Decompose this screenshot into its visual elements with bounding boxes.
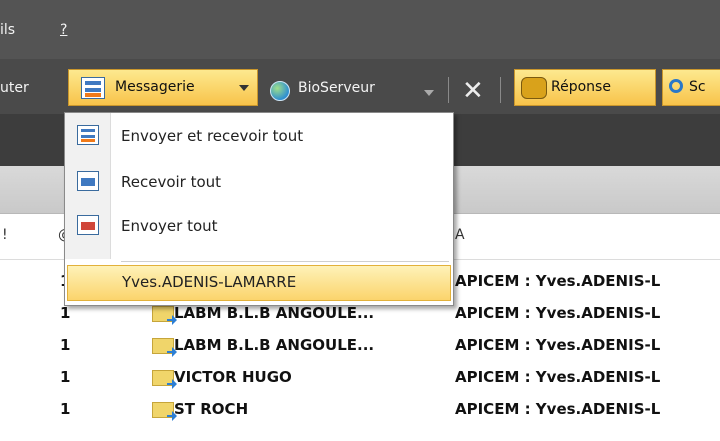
menu-item-user-label: Yves.ADENIS-LAMARRE (122, 273, 297, 291)
reponse-label: Réponse (551, 79, 611, 95)
row-from: VICTOR HUGO (174, 368, 292, 386)
close-icon[interactable]: ✕ (462, 78, 484, 104)
menu-item-label: Recevoir tout (121, 173, 222, 191)
reply-icon (521, 77, 547, 99)
menu-item-label: Envoyer tout (121, 217, 218, 235)
chevron-down-icon[interactable] (424, 90, 434, 96)
column-header-to[interactable]: A (455, 227, 465, 243)
toolbar-separator (500, 77, 501, 103)
row-to: APICEM : Yves.ADENIS-L (455, 368, 661, 386)
row-to: APICEM : Yves.ADENIS-L (455, 304, 661, 322)
menu-item-help[interactable]: ? (60, 22, 67, 38)
reponse-button[interactable]: Réponse (514, 69, 656, 106)
envelope-icon (152, 370, 174, 386)
row-to: APICEM : Yves.ADENIS-L (455, 400, 661, 418)
table-row[interactable]: 1 ST ROCH APICEM : Yves.ADENIS-L (0, 394, 720, 426)
row-from: ST ROCH (174, 400, 249, 418)
toolbar-separator (448, 77, 449, 103)
row-count: 1 (60, 336, 71, 354)
row-count: 1 (60, 368, 71, 386)
globe-icon (270, 81, 290, 101)
table-row[interactable]: 1 VICTOR HUGO APICEM : Yves.ADENIS-L (0, 362, 720, 394)
row-count: 1 (60, 304, 71, 322)
messagerie-label: Messagerie (115, 79, 195, 95)
messagerie-icon (81, 77, 105, 99)
search-icon (669, 79, 683, 93)
menu-separator (121, 261, 449, 262)
send-icon (77, 215, 99, 235)
menu-item-label: Envoyer et recevoir tout (121, 127, 304, 145)
envelope-icon (152, 402, 174, 418)
menu-item-user[interactable]: Yves.ADENIS-LAMARRE (67, 265, 451, 301)
envelope-icon (152, 306, 174, 322)
row-from: LABM B.L.B ANGOULE... (174, 336, 375, 354)
toolbar: uter Messagerie BioServeur ✕ Réponse Sc (0, 59, 720, 114)
messagerie-button[interactable]: Messagerie (68, 69, 258, 106)
menu-item-partial[interactable]: ils (0, 22, 15, 38)
search-button-partial[interactable]: Sc (662, 69, 720, 106)
menu-item-receive-all[interactable]: Recevoir tout (65, 163, 453, 203)
receive-icon (77, 171, 99, 191)
chevron-down-icon (239, 85, 249, 91)
envelope-icon (152, 338, 174, 354)
bioserveur-button[interactable]: BioServeur (298, 80, 375, 96)
column-header-importance[interactable]: ! (2, 227, 8, 243)
table-row[interactable]: 1 LABM B.L.B ANGOULE... APICEM : Yves.AD… (0, 330, 720, 362)
row-from: LABM B.L.B ANGOULE... (174, 304, 375, 322)
search-label-partial: Sc (689, 79, 706, 95)
menu-item-send-all[interactable]: Envoyer tout (65, 207, 453, 247)
menu-item-send-receive-all[interactable]: Envoyer et recevoir tout (65, 117, 453, 157)
messagerie-dropdown: Envoyer et recevoir tout Recevoir tout E… (64, 112, 454, 306)
send-receive-icon (77, 125, 99, 145)
menu-bar: ils ? (0, 0, 720, 59)
toolbar-button-partial[interactable]: uter (0, 80, 29, 96)
row-to: APICEM : Yves.ADENIS-L (455, 336, 661, 354)
row-count: 1 (60, 400, 71, 418)
row-to: APICEM : Yves.ADENIS-L (455, 272, 661, 290)
